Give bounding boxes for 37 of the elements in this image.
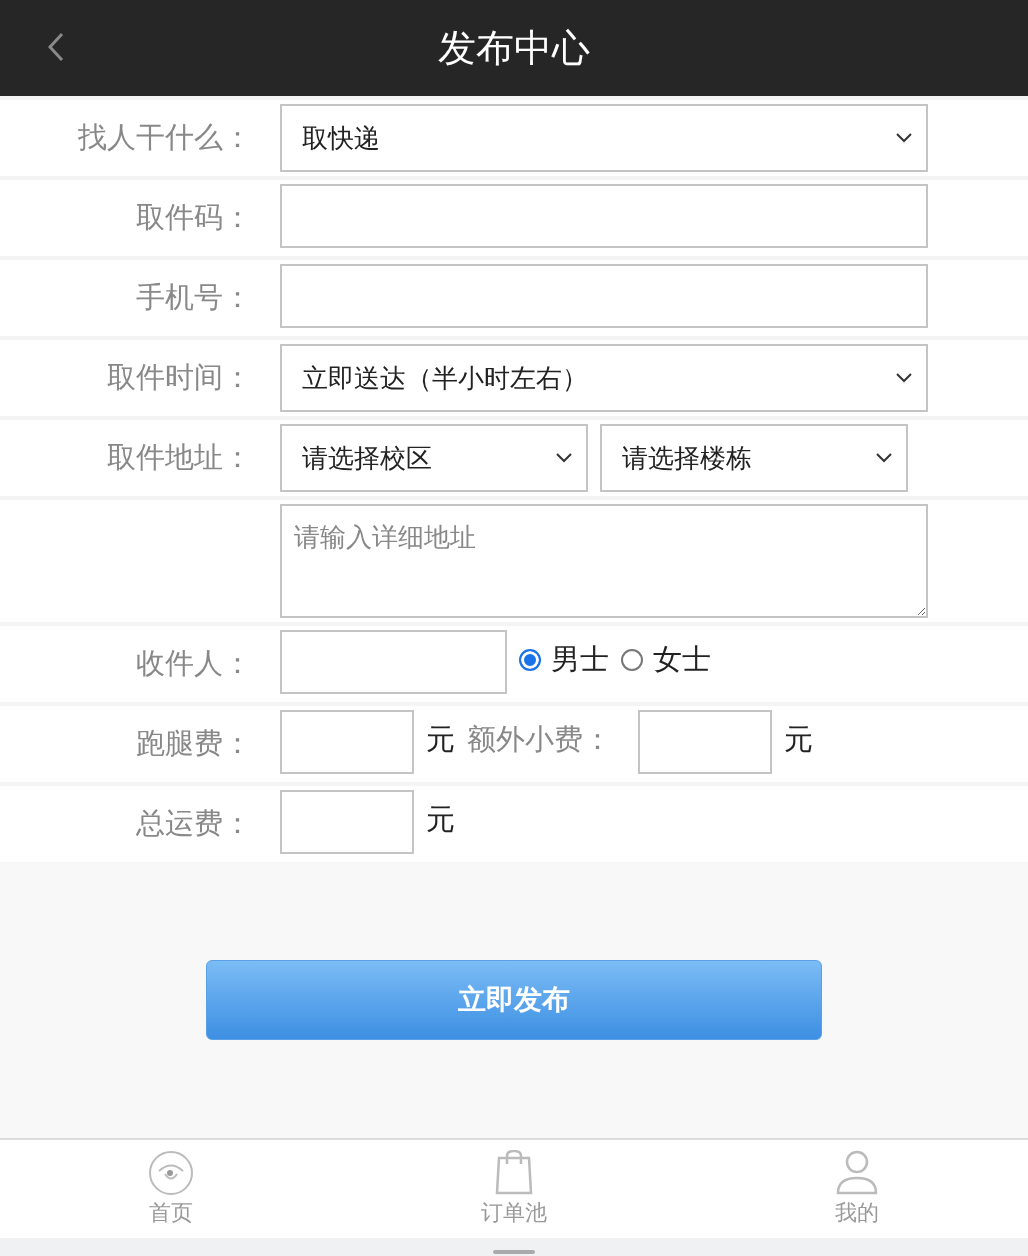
- unit-label: 元: [426, 801, 455, 838]
- field-label: 总运费：: [136, 806, 252, 840]
- chevron-down-icon: [896, 133, 912, 143]
- field-label: 额外小费：: [467, 721, 612, 758]
- field-label: 取件地址：: [107, 440, 252, 474]
- field-label: 跑腿费：: [136, 726, 252, 760]
- input-field[interactable]: [280, 184, 928, 248]
- select-field[interactable]: 取快递: [280, 104, 928, 172]
- field-label: 手机号：: [136, 280, 252, 314]
- input-field[interactable]: [280, 710, 414, 774]
- unit-label: 元: [784, 721, 813, 758]
- field-label: 找人干什么：: [78, 120, 252, 154]
- field-label: 收件人：: [136, 646, 252, 680]
- radio-button[interactable]: [519, 649, 541, 671]
- eye-icon[interactable]: [148, 1150, 195, 1196]
- chevron-down-icon: [556, 453, 572, 463]
- shopping-bag-icon[interactable]: [493, 1150, 535, 1196]
- home-indicator: [493, 1250, 535, 1254]
- address-field[interactable]: 请输入详细地址: [280, 504, 928, 618]
- field-label: 取件时间：: [107, 360, 252, 394]
- chevron-down-icon: [896, 373, 912, 383]
- input-field[interactable]: [638, 710, 772, 774]
- user-icon[interactable]: [834, 1150, 879, 1196]
- select-field[interactable]: 请选择楼栋: [600, 424, 908, 492]
- radio-label: 女士: [653, 641, 711, 678]
- radio-label: 男士: [551, 641, 609, 678]
- field-label: 取件码：: [136, 200, 252, 234]
- radio-button[interactable]: [621, 649, 643, 671]
- select-field[interactable]: 请选择校区: [280, 424, 588, 492]
- input-field[interactable]: [280, 630, 507, 694]
- back-icon[interactable]: [48, 32, 64, 62]
- select-field[interactable]: 立即送达（半小时左右）: [280, 344, 928, 412]
- input-field[interactable]: [280, 790, 414, 854]
- input-field[interactable]: [280, 264, 928, 328]
- chevron-down-icon: [876, 453, 892, 463]
- unit-label: 元: [426, 721, 455, 758]
- page-title: 发布中心: [438, 24, 590, 72]
